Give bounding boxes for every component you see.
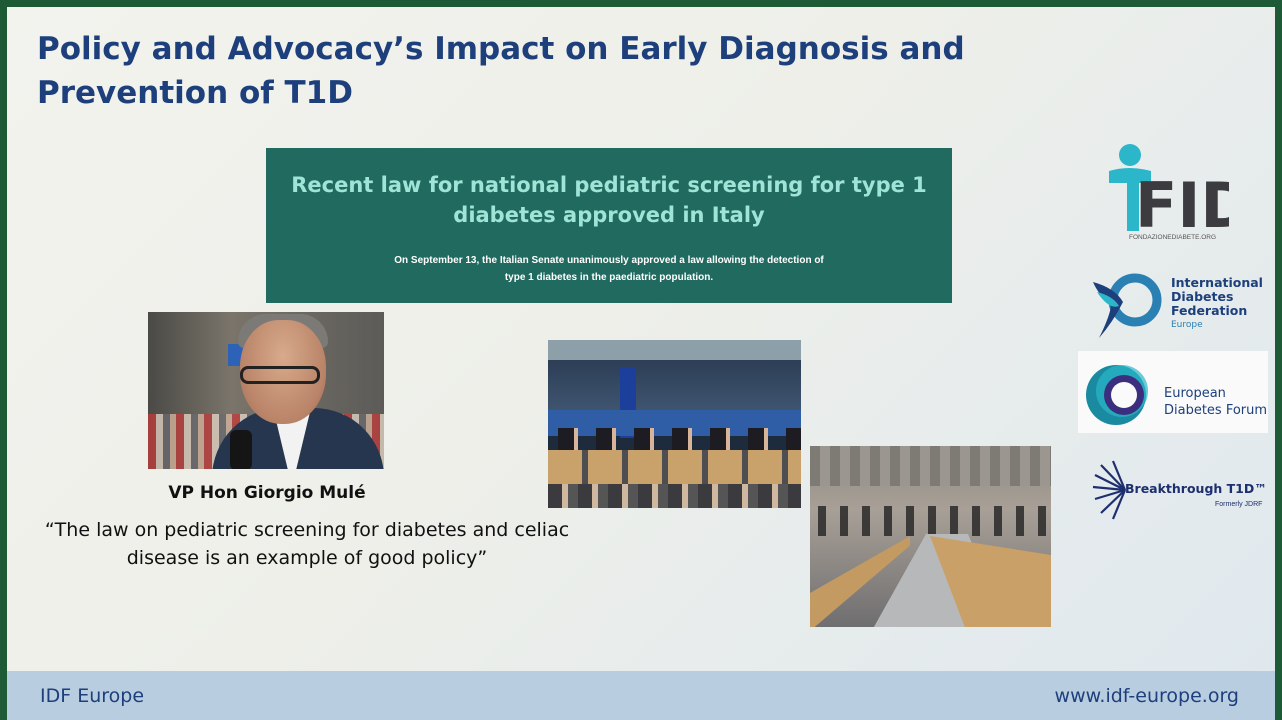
- parliament-panel-photo: [548, 340, 801, 508]
- idf-logo: International Diabetes Federation Europe: [1085, 262, 1265, 340]
- breakthrough-t1d-sub: Formerly JDRF: [1215, 501, 1263, 508]
- edf-rings-icon: [1086, 365, 1148, 425]
- breakthrough-t1d-name: Breakthrough T1D™: [1125, 481, 1267, 496]
- svg-text:FONDAZIONEDIABETE.ORG: FONDAZIONEDIABETE.ORG: [1129, 234, 1216, 241]
- news-banner: Recent law for national pediatric screen…: [266, 148, 952, 303]
- banner-heading: Recent law for national pediatric screen…: [291, 173, 927, 227]
- footer-bar: IDF Europe www.idf-europe.org: [7, 671, 1275, 720]
- slide: Policy and Advocacy’s Impact on Early Di…: [7, 7, 1275, 720]
- hummingbird-icon: [1093, 273, 1162, 338]
- speaker-photo: [148, 312, 384, 469]
- breakthrough-t1d-logo: Breakthrough T1D™ Formerly JDRF: [1091, 457, 1271, 523]
- edf-logo: European Diabetes Forum: [1078, 351, 1268, 433]
- slide-title: Policy and Advocacy’s Impact on Early Di…: [37, 31, 965, 111]
- svg-text:FID: FID: [1135, 169, 1229, 242]
- edf-logo-text: European Diabetes Forum: [1164, 386, 1268, 418]
- fid-logo: FID FONDAZIONEDIABETE.ORG: [1099, 135, 1252, 245]
- footer-org-name: IDF Europe: [40, 685, 145, 707]
- banner-body: On September 13, the Italian Senate unan…: [394, 255, 824, 283]
- speaker-quote: “The law on pediatric screening for diab…: [44, 519, 570, 569]
- footer-website: www.idf-europe.org: [1054, 685, 1239, 707]
- parliament-room-photo: [810, 446, 1051, 627]
- speaker-name: VP Hon Giorgio Mulé: [168, 483, 366, 503]
- idf-logo-text: International Diabetes Federation Europe: [1171, 275, 1263, 331]
